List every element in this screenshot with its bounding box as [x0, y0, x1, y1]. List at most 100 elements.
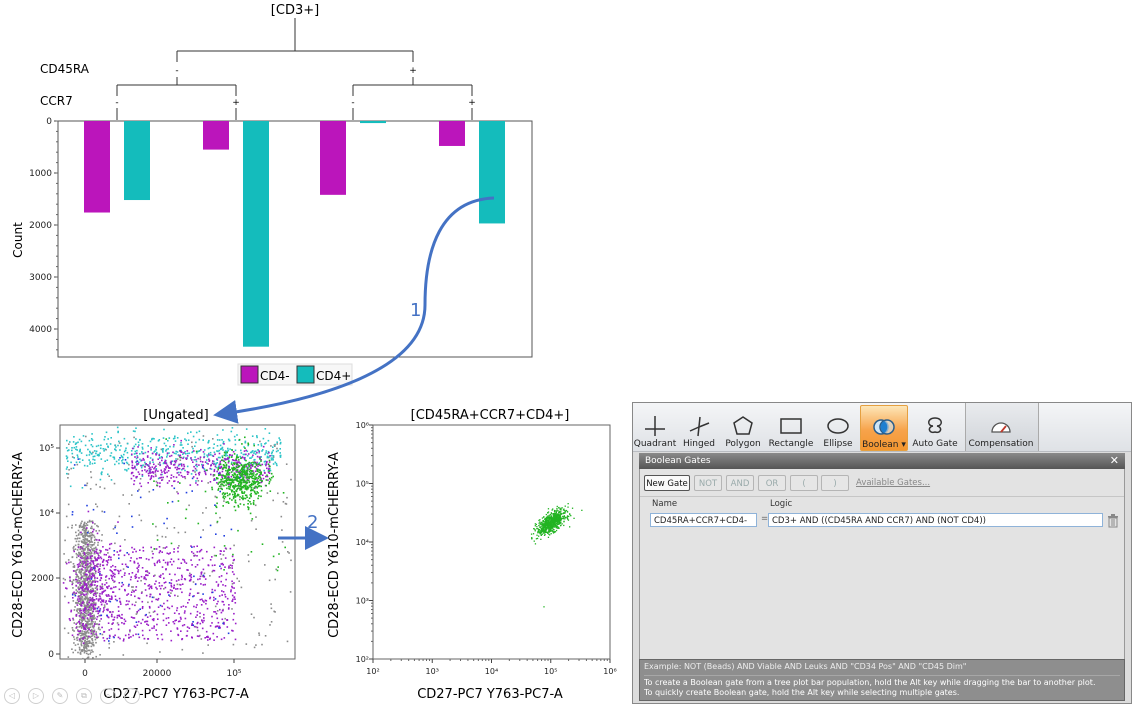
tool-ellipse[interactable]: Ellipse [821, 405, 855, 449]
scatter-point [144, 589, 147, 591]
scatter-point [62, 577, 65, 580]
new-gate-button[interactable]: New Gate [644, 475, 690, 491]
scatter-point [151, 452, 154, 455]
scatter-point [227, 447, 229, 450]
scatter-point [201, 480, 203, 482]
gate-name-input[interactable]: CD45RA+CCR7+CD4- [650, 513, 757, 527]
bar-cd4pos-1[interactable] [243, 121, 269, 347]
scatter-point [134, 430, 136, 433]
scatter-point [131, 515, 133, 518]
tool-rectangle[interactable]: Rectangle [769, 405, 813, 449]
scatter-point [167, 591, 170, 593]
scatter-point [65, 455, 68, 457]
scatter-point [233, 505, 236, 508]
y-tick: 2000 [31, 574, 54, 584]
tool-boolean[interactable]: Boolean ▾ [860, 405, 908, 451]
scatter-point [260, 443, 263, 445]
scatter-point [156, 482, 159, 484]
scatter-point [87, 549, 89, 551]
scatter-point [90, 632, 93, 635]
scatter-point [92, 528, 95, 531]
scatter-point [101, 583, 104, 585]
or-button[interactable]: OR [758, 475, 786, 491]
scatter-point [82, 593, 85, 595]
scatter-point [244, 497, 247, 500]
scatter-point [246, 472, 248, 474]
bar-cd4neg-1[interactable] [203, 121, 229, 150]
bar-cd4pos-0[interactable] [124, 121, 150, 201]
gating-software-window: Quadrant Hinged Polygon Rectangle Ellips… [632, 402, 1132, 704]
scatter-point [244, 494, 247, 497]
scatter-point [88, 606, 91, 609]
scatter-point [130, 636, 132, 638]
tool-quadrant[interactable]: Quadrant [634, 405, 676, 449]
scatter-point [227, 608, 230, 610]
scatter-point [191, 624, 193, 626]
tool-auto-gate[interactable]: Auto Gate [912, 405, 958, 449]
scatter-point [102, 610, 104, 613]
scatter-point [89, 562, 92, 564]
slide-prev-button[interactable]: ◁ [4, 688, 20, 704]
tool-polygon[interactable]: Polygon [725, 405, 761, 449]
and-button[interactable]: AND [726, 475, 754, 491]
slide-zoom-button[interactable]: ⌕ [100, 688, 116, 704]
scatter-point [225, 501, 228, 504]
bar-cd4neg-3[interactable] [439, 121, 465, 146]
scatter-point [211, 556, 213, 558]
scatter-point [107, 609, 109, 612]
scatter-point [74, 594, 77, 597]
scatter-point [233, 587, 235, 589]
trash-icon[interactable] [1107, 513, 1119, 532]
available-gates-link[interactable]: Available Gates... [856, 478, 930, 488]
slide-more-button[interactable]: … [124, 688, 140, 704]
tool-compensation[interactable]: Compensation [968, 405, 1034, 449]
scatter-point [84, 543, 87, 546]
scatter-point [123, 437, 126, 440]
scatter-point [245, 469, 248, 472]
scatter-point [87, 610, 89, 612]
slide-next-button[interactable]: ▷ [28, 688, 44, 704]
scatter-point [135, 613, 138, 615]
scatter-point [184, 477, 187, 480]
scatter-point [164, 561, 167, 564]
scatter-point [184, 469, 186, 472]
scatter-point [88, 439, 91, 442]
slide-view-button[interactable]: ⧉ [76, 688, 92, 704]
scatter-point [197, 472, 200, 474]
scatter-point [217, 600, 219, 603]
scatter-point [268, 459, 271, 462]
scatter-point [188, 574, 191, 577]
scatter-point [275, 450, 278, 453]
y-tick: 10⁵ [39, 444, 54, 454]
scatter-point [70, 461, 72, 464]
scatter-point [121, 576, 123, 578]
scatter-point [96, 588, 99, 590]
bar-cd4neg-0[interactable] [84, 121, 110, 213]
open-paren-button[interactable]: ( [790, 475, 818, 491]
slide-pen-button[interactable]: ✎ [52, 688, 68, 704]
scatter-point [269, 490, 272, 492]
close-icon[interactable]: ✕ [1110, 453, 1119, 469]
scatter-point [99, 633, 102, 635]
tree-plot: [CD3+] CD45RA CCR7 - + - + - + 010002000… [11, 3, 533, 386]
scatter-point [82, 619, 85, 621]
not-button[interactable]: NOT [694, 475, 722, 491]
scatter-point [75, 461, 78, 464]
tool-hinged[interactable]: Hinged [681, 405, 717, 449]
close-paren-button[interactable]: ) [821, 475, 849, 491]
scatter-point [100, 458, 103, 460]
scatter-point [111, 596, 113, 599]
scatter-point [132, 475, 135, 477]
scatter-point [169, 461, 172, 464]
scatter-point [81, 596, 84, 598]
bar-cd4pos-3[interactable] [479, 121, 505, 224]
gate-logic-input[interactable]: CD3+ AND ((CD45RA AND CCR7) AND (NOT CD4… [768, 513, 1103, 527]
scatter-point [91, 612, 94, 615]
scatter-point [130, 594, 132, 596]
dropdown-arrow-icon[interactable]: ▾ [901, 440, 906, 450]
bar-cd4neg-2[interactable] [320, 121, 346, 195]
bar-cd4pos-2[interactable] [360, 121, 386, 124]
scatter-point [108, 634, 111, 637]
scatter-point [101, 599, 103, 601]
scatter-point [106, 564, 108, 566]
